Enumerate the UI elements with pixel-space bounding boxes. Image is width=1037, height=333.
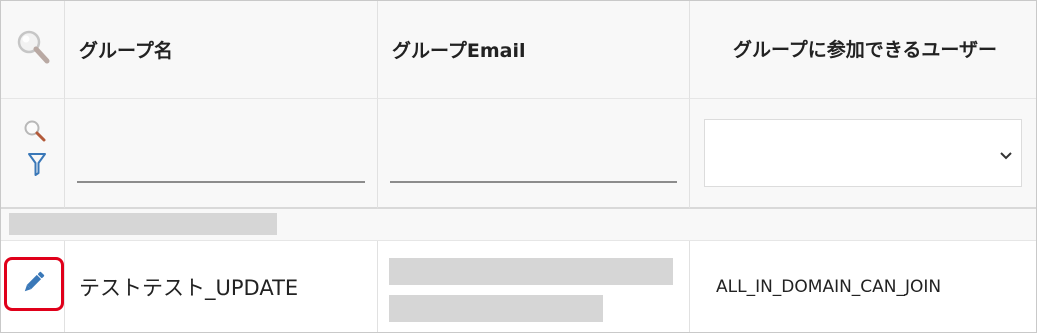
table-cell-group-name: テストテスト_UPDATE [65, 241, 378, 332]
column-header-label: グループEmail [392, 40, 526, 62]
group-table-panel: グループ名 グループEmail グループに参加できるユーザー テストテスト_UP… [0, 0, 1037, 333]
column-header-who-can-join[interactable]: グループに参加できるユーザー [690, 1, 1036, 99]
group-email-filter-input[interactable] [390, 180, 677, 183]
filter-group-name-cell [65, 99, 378, 209]
group-name-value: テストテスト_UPDATE [79, 275, 299, 300]
filter-controls-cell [1, 99, 65, 209]
search-icon[interactable] [23, 119, 47, 147]
redacted-text [389, 295, 603, 322]
redacted-text [389, 258, 673, 285]
who-can-join-value: ALL_IN_DOMAIN_CAN_JOIN [716, 276, 942, 297]
column-header-group-email[interactable]: グループEmail [378, 1, 690, 99]
group-break-row [1, 209, 1036, 241]
column-header-label: グループに参加できるユーザー [732, 38, 998, 61]
chevron-down-icon [999, 146, 1013, 165]
column-header-label: グループ名 [79, 40, 173, 62]
who-can-join-filter-select[interactable] [704, 119, 1022, 187]
edit-button[interactable] [4, 257, 64, 311]
header-search-cell [1, 1, 65, 99]
redacted-text [9, 213, 277, 235]
filter-icon[interactable] [27, 151, 47, 181]
row-actions-cell [1, 241, 65, 332]
table-cell-who-can-join: ALL_IN_DOMAIN_CAN_JOIN [690, 241, 1036, 332]
column-header-group-name[interactable]: グループ名 [65, 1, 378, 99]
search-icon[interactable] [15, 28, 51, 72]
table-cell-group-email [378, 241, 690, 332]
pencil-icon [19, 267, 49, 301]
group-table: グループ名 グループEmail グループに参加できるユーザー テストテスト_UP… [1, 1, 1036, 332]
filter-group-email-cell [378, 99, 690, 209]
filter-who-can-join-cell [690, 99, 1036, 209]
group-name-filter-input[interactable] [77, 180, 365, 183]
